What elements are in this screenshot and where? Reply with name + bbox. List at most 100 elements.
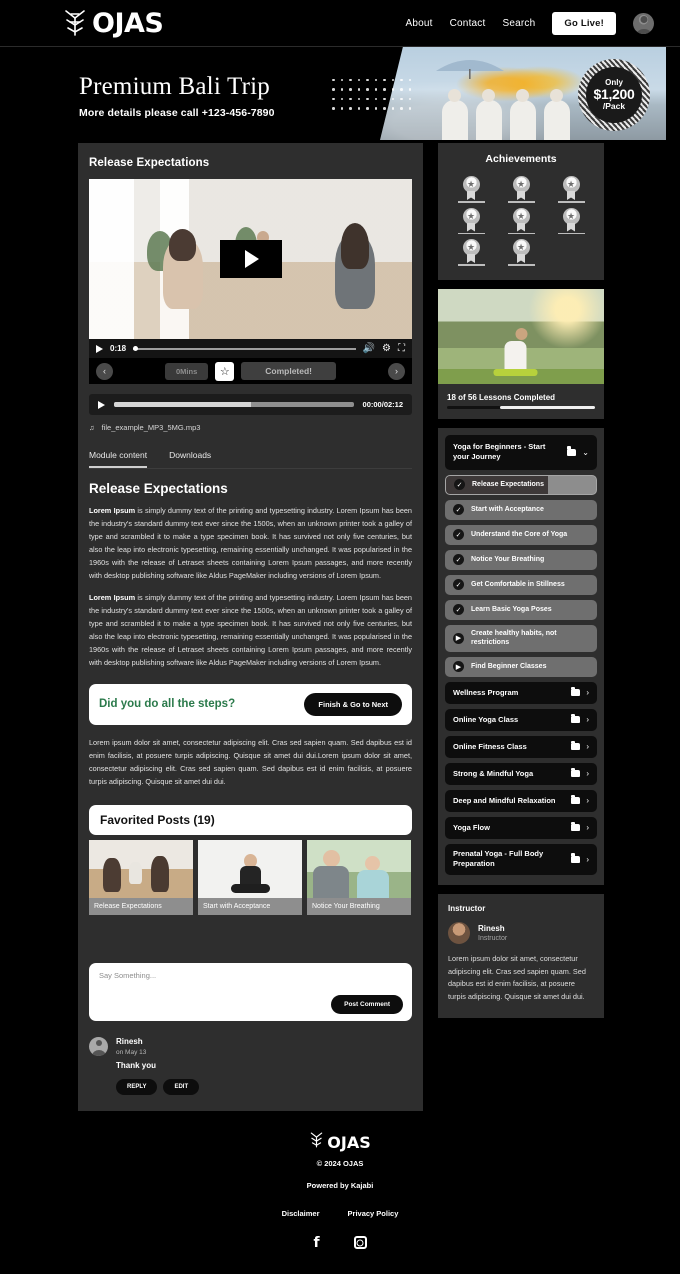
go-live-button[interactable]: Go Live! [552, 11, 616, 35]
comment-input-box[interactable]: Say Something... Post Comment [89, 962, 412, 1021]
chevron-right-icon[interactable]: › [388, 362, 405, 380]
chevron-left-icon[interactable]: ‹ [96, 362, 113, 380]
folder-label: Yoga Flow [453, 822, 490, 832]
post-thumbnail [307, 839, 411, 898]
sidebar-item-wellness-program[interactable]: Wellness Program › [445, 681, 597, 704]
folder-icon [571, 821, 581, 832]
video-player[interactable]: 0:18 🔊 ⚙ ⛶ ‹ 0Mins ☆ Completed! › [89, 179, 412, 384]
site-footer: OJAS © 2024 OJAS Powered by Kajabi Discl… [0, 1111, 680, 1269]
folder-icon [567, 446, 577, 456]
progress-track [447, 405, 595, 409]
lesson-label: Notice Your Breathing [471, 556, 545, 564]
nav-item-search[interactable]: Search [503, 18, 536, 29]
medal-star-icon: ★ [496, 207, 546, 234]
paragraph-text: is simply dummy text of the printing and… [89, 592, 412, 667]
video-progress-bar[interactable] [133, 345, 356, 351]
star-icon[interactable]: ☆ [215, 361, 235, 381]
post-comment-button[interactable]: Post Comment [331, 994, 403, 1014]
nav-item-contact[interactable]: Contact [450, 18, 486, 29]
folder-icon [571, 740, 581, 751]
nav-item-about[interactable]: About [405, 18, 432, 29]
progress-label: 18 of 56 Lessons Completed [447, 392, 556, 402]
folder-icon [571, 853, 581, 863]
chevron-right-icon[interactable]: › [586, 823, 589, 832]
body-paragraph: Lorem Ipsum is simply dummy text of the … [89, 505, 412, 583]
sidebar-item-get-comfortable-in-stillness[interactable]: ✓ Get Comfortable in Stillness [445, 574, 597, 595]
sidebar-item-start-with-acceptance[interactable]: ✓ Start with Acceptance [445, 499, 597, 520]
chevron-right-icon[interactable]: › [586, 796, 589, 805]
footer-link-privacy-policy[interactable]: Privacy Policy [348, 1209, 399, 1218]
sidebar-item-deep-mindful-relaxation[interactable]: Deep and Mindful Relaxation › [445, 789, 597, 812]
user-avatar-icon[interactable] [633, 12, 654, 34]
progress-fill [500, 405, 595, 409]
audio-progress-bar[interactable] [114, 402, 354, 407]
chevron-down-icon[interactable]: ⌄ [582, 448, 589, 457]
finish-go-next-button[interactable]: Finish & Go to Next [304, 692, 402, 716]
completed-badge[interactable]: Completed! [241, 362, 336, 380]
video-poster[interactable] [89, 179, 412, 339]
content-tabs: Module content Downloads [89, 450, 412, 469]
play-icon[interactable] [98, 400, 105, 409]
sidebar-item-notice-your-breathing[interactable]: ✓ Notice Your Breathing [445, 549, 597, 570]
page-root: OJAS About Contact Search Go Live! Premi… [0, 0, 680, 1274]
post-caption: Notice Your Breathing [307, 897, 411, 915]
sidebar-item-prenatal-yoga[interactable]: Prenatal Yoga - Full Body Preparation › [445, 843, 597, 875]
comment-actions: REPLY EDIT [116, 1078, 200, 1095]
chevron-right-icon[interactable]: › [586, 715, 589, 724]
sidebar-item-release-expectations[interactable]: ✓ Release Expectations [445, 474, 597, 495]
footer-copyright: © 2024 OJAS [316, 1158, 364, 1168]
sidebar-item-create-healthy-habits[interactable]: ▶ Create healthy habits, not restriction… [445, 624, 597, 652]
chevron-right-icon[interactable]: › [586, 855, 589, 864]
medal-star-icon: ★ [546, 207, 596, 234]
sidebar-item-online-fitness-class[interactable]: Online Fitness Class › [445, 735, 597, 758]
edit-button[interactable]: EDIT [163, 1078, 200, 1095]
progress-image [438, 288, 604, 384]
check-circle-icon: ✓ [453, 504, 464, 516]
steps-card: Did you do all the steps? Finish & Go to… [89, 683, 412, 725]
user-avatar-icon [89, 1036, 108, 1056]
sidebar-item-strong-mindful-yoga[interactable]: Strong & Mindful Yoga › [445, 762, 597, 785]
site-logo[interactable]: OJAS [62, 8, 164, 38]
list-item[interactable]: Notice Your Breathing [307, 839, 411, 915]
folder-label: Online Yoga Class [453, 714, 519, 724]
sidebar-item-understand-core-of-yoga[interactable]: ✓ Understand the Core of Yoga [445, 524, 597, 545]
sidebar-item-find-beginner-classes[interactable]: ▶ Find Beginner Classes [445, 656, 597, 677]
chevron-right-icon[interactable]: › [586, 688, 589, 697]
lesson-title: Release Expectations [89, 157, 210, 169]
list-item[interactable]: Release Expectations [89, 839, 193, 915]
lesson-label: Start with Acceptance [471, 506, 544, 514]
price-amount: $1,200 [593, 86, 635, 103]
price-badge: Only $1,200 /Pack [578, 59, 650, 131]
module-header[interactable]: Yoga for Beginners - Start your Journey … [445, 434, 597, 470]
chevron-right-icon[interactable]: › [586, 742, 589, 751]
tab-downloads[interactable]: Downloads [169, 450, 211, 468]
list-item[interactable]: Start with Acceptance [198, 839, 302, 915]
play-icon[interactable] [96, 344, 103, 353]
footer-link-disclaimer[interactable]: Disclaimer [282, 1209, 320, 1218]
folder-label: Prenatal Yoga - Full Body Preparation [453, 848, 544, 869]
lesson-label: Learn Basic Yoga Poses [471, 606, 552, 614]
audio-player[interactable]: 00:00/02:12 [89, 394, 412, 415]
sidebar-item-yoga-flow[interactable]: Yoga Flow › [445, 816, 597, 839]
check-circle-icon: ✓ [454, 479, 465, 491]
gear-icon[interactable]: ⚙ [382, 343, 391, 354]
volume-icon[interactable]: 🔊 [363, 343, 375, 354]
sidebar-item-online-yoga-class[interactable]: Online Yoga Class › [445, 708, 597, 731]
chevron-right-icon[interactable]: › [586, 769, 589, 778]
sidebar-item-learn-basic-yoga-poses[interactable]: ✓ Learn Basic Yoga Poses [445, 599, 597, 620]
tab-module-content[interactable]: Module content [89, 450, 148, 468]
footer-logo[interactable]: OJAS [0, 1131, 680, 1154]
post-thumbnail [198, 839, 302, 898]
hero-text: Premium Bali Trip More details please ca… [79, 73, 275, 119]
comment-author: Rinesh [116, 1036, 143, 1046]
audio-file-row[interactable]: ♫ file_example_MP3_5MG.mp3 [89, 423, 412, 432]
play-circle-icon: ▶ [453, 661, 464, 673]
instagram-icon[interactable] [353, 1236, 367, 1250]
sidebar: Achievements ★ ★ ★ ★ ★ ★ ★ ★ 18 of 56 Le… [438, 143, 604, 1018]
facebook-icon[interactable]: f [313, 1235, 319, 1251]
paragraph-text: is simply dummy text of the printing and… [89, 506, 412, 580]
fullscreen-icon[interactable]: ⛶ [398, 343, 405, 354]
medal-star-icon: ★ [446, 207, 496, 234]
play-button[interactable] [219, 240, 282, 278]
reply-button[interactable]: REPLY [116, 1078, 158, 1095]
